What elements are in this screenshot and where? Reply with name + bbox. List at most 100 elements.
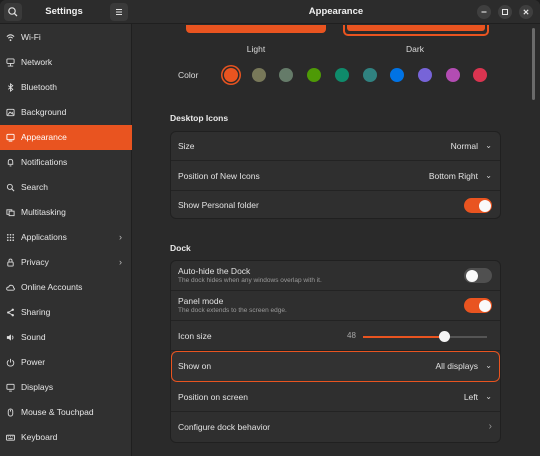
color-swatch[interactable] bbox=[445, 68, 460, 82]
show-on-label: Show on bbox=[178, 361, 212, 371]
color-swatch[interactable] bbox=[473, 68, 488, 82]
keyboard-icon bbox=[6, 434, 15, 441]
sidebar-item-label: Power bbox=[21, 357, 46, 367]
sidebar-item-label: Bluetooth bbox=[21, 82, 57, 92]
displays-icon bbox=[6, 383, 15, 392]
show-on-row[interactable]: Show on All displays ⌄ bbox=[171, 351, 500, 382]
dock-position-row[interactable]: Position on screen Left ⌄ bbox=[171, 382, 500, 412]
search-icon bbox=[8, 7, 18, 17]
size-value: Normal bbox=[450, 141, 478, 151]
panel-mode-toggle[interactable] bbox=[464, 298, 492, 313]
sidebar-item-label: Online Accounts bbox=[21, 282, 83, 292]
search-button[interactable] bbox=[4, 3, 22, 21]
minimize-button[interactable] bbox=[477, 5, 491, 19]
sidebar-item-appearance[interactable]: Appearance bbox=[0, 125, 132, 150]
new-icons-position-row[interactable]: Position of New Icons Bottom Right ⌄ bbox=[171, 161, 500, 191]
sidebar-item-background[interactable]: Background bbox=[0, 100, 132, 125]
settings-window: Settings Wi-Fi Network Bluetooth Backgro… bbox=[0, 0, 540, 456]
color-swatch[interactable] bbox=[307, 68, 322, 82]
icon-size-row: Icon size 48 bbox=[171, 321, 500, 351]
sidebar-item-power[interactable]: Power bbox=[0, 350, 132, 375]
menu-button[interactable] bbox=[110, 3, 128, 21]
dock-card: Auto-hide the Dock The dock hides when a… bbox=[170, 260, 501, 443]
position-label: Position of New Icons bbox=[178, 171, 260, 181]
maximize-icon bbox=[502, 9, 508, 15]
sidebar-item-label: Keyboard bbox=[21, 432, 58, 442]
theme-dark-preview[interactable] bbox=[343, 25, 489, 36]
minimize-icon bbox=[481, 11, 487, 13]
appearance-icon bbox=[6, 133, 15, 142]
sidebar-item-search[interactable]: Search bbox=[0, 175, 132, 200]
sidebar-item-wifi[interactable]: Wi-Fi bbox=[0, 25, 132, 50]
panel-mode-row: Panel mode The dock extends to the scree… bbox=[171, 291, 500, 321]
theme-light-preview[interactable] bbox=[186, 25, 326, 33]
slider-fill bbox=[363, 336, 445, 338]
color-swatch[interactable] bbox=[224, 68, 238, 82]
sidebar-item-network[interactable]: Network bbox=[0, 50, 132, 75]
sidebar-item-mouse-touchpad[interactable]: Mouse & Touchpad bbox=[0, 400, 132, 425]
power-icon bbox=[6, 358, 15, 367]
chevron-down-icon: ⌄ bbox=[485, 171, 492, 180]
close-icon bbox=[523, 9, 529, 15]
accent-color-row: Color bbox=[170, 63, 501, 87]
color-swatch[interactable] bbox=[334, 68, 349, 82]
chevron-down-icon: ⌄ bbox=[485, 361, 492, 370]
sidebar-item-multitasking[interactable]: Multitasking bbox=[0, 200, 132, 225]
sidebar-item-label: Background bbox=[21, 107, 67, 117]
show-on-value: All displays bbox=[435, 361, 478, 371]
background-icon bbox=[6, 108, 15, 117]
sidebar-item-label: Search bbox=[21, 182, 48, 192]
section-title-desktop-icons: Desktop Icons bbox=[170, 113, 229, 123]
sidebar-item-label: Notifications bbox=[21, 157, 68, 167]
personal-folder-toggle[interactable] bbox=[464, 198, 492, 213]
sidebar-item-sharing[interactable]: Sharing bbox=[0, 300, 132, 325]
sidebar-item-label: Displays bbox=[21, 382, 54, 392]
sidebar-item-sound[interactable]: Sound bbox=[0, 325, 132, 350]
sidebar-item-label: Multitasking bbox=[21, 207, 66, 217]
slider-handle[interactable] bbox=[439, 331, 451, 342]
dock-position-label: Position on screen bbox=[178, 392, 248, 402]
icon-size-slider[interactable] bbox=[171, 331, 500, 342]
appearance-panel: Light Dark Color Desktop Icons Size Norm… bbox=[132, 25, 540, 456]
color-swatch[interactable] bbox=[390, 68, 405, 82]
mouse-icon bbox=[7, 408, 14, 417]
chevron-right-icon: › bbox=[119, 232, 122, 242]
theme-dark-label: Dark bbox=[406, 44, 424, 54]
sidebar-item-label: Network bbox=[21, 57, 53, 67]
sidebar: Settings Wi-Fi Network Bluetooth Backgro… bbox=[0, 0, 132, 456]
color-swatch[interactable] bbox=[362, 68, 377, 82]
network-icon bbox=[6, 58, 15, 67]
position-value: Bottom Right bbox=[428, 171, 478, 181]
personal-folder-row: Show Personal folder bbox=[171, 191, 500, 219]
chevron-right-icon: › bbox=[488, 421, 492, 432]
color-swatch[interactable] bbox=[417, 68, 432, 82]
personal-folder-label: Show Personal folder bbox=[178, 200, 259, 210]
maximize-button[interactable] bbox=[498, 5, 512, 19]
sidebar-item-applications[interactable]: Applications › bbox=[0, 225, 132, 250]
sidebar-title: Settings bbox=[45, 6, 83, 17]
theme-light-label: Light bbox=[246, 44, 266, 54]
sidebar-item-displays[interactable]: Displays bbox=[0, 375, 132, 400]
sidebar-item-keyboard[interactable]: Keyboard bbox=[0, 425, 132, 450]
desktop-icon-size-row[interactable]: Size Normal ⌄ bbox=[171, 132, 500, 161]
configure-dock-row[interactable]: Configure dock behavior › bbox=[171, 412, 500, 443]
sidebar-item-notifications[interactable]: Notifications bbox=[0, 150, 132, 175]
size-label: Size bbox=[178, 141, 195, 151]
multitasking-icon bbox=[6, 209, 15, 217]
sidebar-item-online-accounts[interactable]: Online Accounts bbox=[0, 275, 132, 300]
applications-icon bbox=[6, 233, 15, 242]
color-swatch[interactable] bbox=[279, 68, 294, 82]
header-bar: Appearance bbox=[132, 0, 540, 24]
sidebar-item-label: Sound bbox=[21, 332, 46, 342]
privacy-icon bbox=[7, 258, 14, 267]
hamburger-icon bbox=[116, 9, 122, 15]
chevron-down-icon: ⌄ bbox=[485, 392, 492, 401]
sidebar-item-privacy[interactable]: Privacy › bbox=[0, 250, 132, 275]
scrollbar[interactable] bbox=[532, 28, 535, 100]
color-swatch[interactable] bbox=[251, 68, 266, 82]
sidebar-item-bluetooth[interactable]: Bluetooth bbox=[0, 75, 132, 100]
close-button[interactable] bbox=[519, 5, 533, 19]
autohide-toggle[interactable] bbox=[464, 268, 492, 283]
bluetooth-icon bbox=[7, 83, 14, 92]
sidebar-item-label: Sharing bbox=[21, 307, 51, 317]
